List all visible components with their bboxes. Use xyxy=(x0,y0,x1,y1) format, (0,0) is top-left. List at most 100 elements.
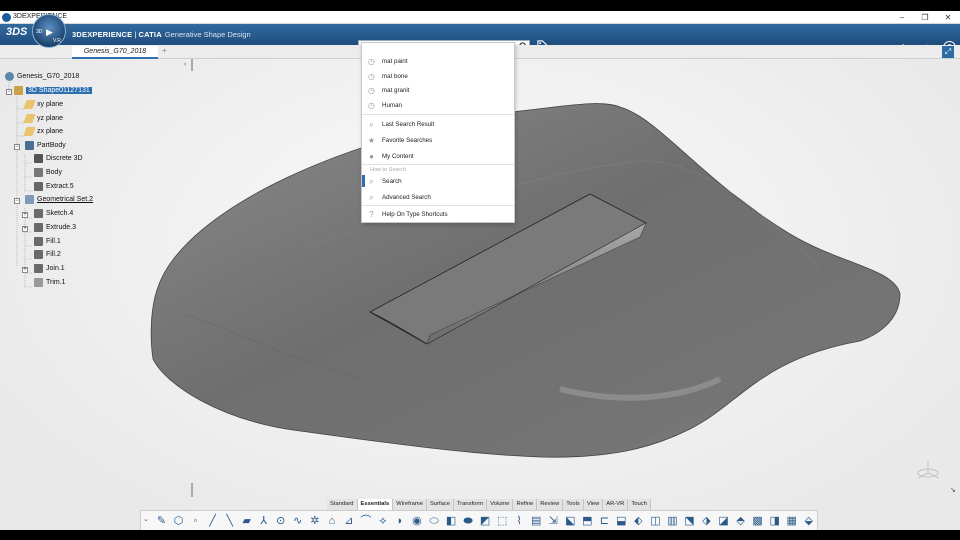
maximize-viewer-icon[interactable]: ⤢ xyxy=(942,46,954,58)
body-icon xyxy=(34,167,43,177)
compass-widget[interactable]: 3D ▶ V.R xyxy=(32,14,66,48)
tool-icon[interactable]: ▤ xyxy=(528,513,545,529)
tree-item-yz-plane[interactable]: yz plane xyxy=(23,113,64,124)
expand-toggle[interactable]: + xyxy=(22,226,28,232)
expand-toggle[interactable]: + xyxy=(22,212,28,218)
tool-icon[interactable]: ⊙ xyxy=(272,513,289,529)
expand-toggle[interactable]: + xyxy=(22,267,28,273)
new-tab-icon[interactable]: + xyxy=(162,46,167,55)
section-tab-touch[interactable]: Touch xyxy=(628,499,651,510)
tool-icon[interactable]: ◨ xyxy=(766,513,783,529)
tree-item-body[interactable]: Body xyxy=(34,167,62,178)
play-icon[interactable]: ▶ xyxy=(46,27,53,38)
tool-icon[interactable]: ⬗ xyxy=(698,513,715,529)
tool-icon[interactable]: ⬭ xyxy=(426,513,443,529)
restore-button[interactable]: ❐ xyxy=(913,11,937,24)
tree-item-fill-2[interactable]: Fill.2 xyxy=(34,249,61,260)
tree-label-yz: yz plane xyxy=(37,115,64,122)
axis-triad-icon[interactable] xyxy=(912,459,942,483)
tree-item-extrude[interactable]: Extrude.3 xyxy=(34,222,76,233)
tool-icon[interactable]: ⬚ xyxy=(494,513,511,529)
tool-icon[interactable]: ▥ xyxy=(664,513,681,529)
sketch-icon xyxy=(34,208,43,218)
collapse-toggle[interactable]: − xyxy=(6,89,12,95)
tool-icon[interactable]: ◧ xyxy=(443,513,460,529)
section-tab-standard[interactable]: Standard xyxy=(327,499,358,510)
partbody-icon xyxy=(25,140,34,150)
tree-item-partbody[interactable]: PartBody xyxy=(25,140,66,151)
dassault-logo[interactable]: 3DS xyxy=(6,26,27,38)
tree-item-discrete-3d[interactable]: Discrete 3D xyxy=(34,153,83,164)
section-tab-surface[interactable]: Surface xyxy=(426,499,454,510)
tool-icon[interactable]: ⌇ xyxy=(511,513,528,529)
tool-icon[interactable]: ⊿ xyxy=(340,513,357,529)
tree-label-xy: xy plane xyxy=(37,101,64,108)
tree-item-fill-1[interactable]: Fill.1 xyxy=(34,236,61,247)
tool-icon[interactable]: ⇲ xyxy=(545,513,562,529)
panel-splitter-handle[interactable] xyxy=(191,483,193,497)
close-button[interactable]: ✕ xyxy=(936,11,960,24)
tool-icon[interactable]: ⊏ xyxy=(596,513,613,529)
tree-label-join: Join.1 xyxy=(46,265,65,272)
tool-icon[interactable]: ⅄ xyxy=(255,513,272,529)
tool-icon[interactable]: ⬬ xyxy=(460,513,477,529)
tool-icon[interactable]: ⌂ xyxy=(323,513,340,529)
tree-item-root[interactable]: Genesis_G70_2018 xyxy=(5,71,79,82)
tool-icon[interactable]: ⌒ xyxy=(357,513,374,529)
tool-icon[interactable]: ⬖ xyxy=(630,513,647,529)
section-tab-essentials[interactable]: Essentials xyxy=(357,499,394,510)
tree-item-zx-plane[interactable]: zx plane xyxy=(23,126,64,137)
action-bar: ⌄ ✎ ⬡ ◦ ╱ ╲ ▰ ⅄ ⊙ ∿ ✲ ⌂ ⊿ ⌒ ⟡ ◗ ◉ ⬭ ◧ ⬬ ◩ ⬚ ⌇ ▤ ⇲ ⬕ ⬒ ⊏ ⬓ ⬖ ◫ ▥ ⬔ ⬗ ◪ ⬘ ▩ ◨ ▦… xyxy=(140,510,818,530)
tree-item-3d-shape[interactable]: 3D Shape01127131 xyxy=(14,85,92,96)
tool-icon[interactable]: ⟡ xyxy=(374,513,391,529)
section-tab-view[interactable]: View xyxy=(583,499,604,510)
tool-icon[interactable]: ✎ xyxy=(153,513,170,529)
tree-connector-lines xyxy=(8,82,33,288)
tool-icon[interactable]: ◉ xyxy=(408,513,425,529)
tool-icon[interactable]: ▰ xyxy=(238,513,255,529)
tab-genesis-g70-2018[interactable]: Genesis_G70_2018 xyxy=(72,46,158,59)
tree-item-sketch[interactable]: Sketch.4 xyxy=(34,208,73,219)
tree-item-geometrical-set[interactable]: Geometrical Set.2 xyxy=(25,194,93,205)
tool-icon[interactable]: ⬓ xyxy=(613,513,630,529)
section-tab-review[interactable]: Review xyxy=(537,499,564,510)
collapse-toggle[interactable]: − xyxy=(14,144,20,150)
tool-icon[interactable]: ⬡ xyxy=(170,513,187,529)
tool-icon[interactable]: ◗ xyxy=(391,513,408,529)
section-tab-refine[interactable]: Refine xyxy=(513,499,538,510)
3dexperience-app-icon xyxy=(2,13,11,22)
tool-icon[interactable]: ⬒ xyxy=(579,513,596,529)
section-tab-wireframe[interactable]: Wireframe xyxy=(393,499,427,510)
tool-icon[interactable]: ✲ xyxy=(306,513,323,529)
tool-icon[interactable]: ⬔ xyxy=(681,513,698,529)
tool-icon[interactable]: ▦ xyxy=(783,513,800,529)
tree-item-trim[interactable]: Trim.1 xyxy=(34,277,66,288)
tool-icon[interactable]: ∿ xyxy=(289,513,306,529)
section-tab-tools[interactable]: Tools xyxy=(563,499,584,510)
tree-item-join[interactable]: Join.1 xyxy=(34,263,65,274)
tool-icon[interactable]: ◫ xyxy=(647,513,664,529)
expand-corner-icon[interactable]: ↘ xyxy=(950,486,956,494)
tool-icon[interactable]: ◦ xyxy=(187,513,204,529)
section-tab-transform[interactable]: Transform xyxy=(453,499,488,510)
tool-icon[interactable]: ⬙ xyxy=(800,513,817,529)
action-bar-chevron-icon[interactable]: ⌄ xyxy=(143,515,149,523)
window-titlebar: 3DEXPERIENCE – ❐ ✕ xyxy=(0,11,960,24)
collapse-toggle[interactable]: − xyxy=(14,198,20,204)
tree-label-extrude: Extrude.3 xyxy=(46,224,76,231)
tree-item-extract[interactable]: Extract.5 xyxy=(34,181,74,192)
tool-icon[interactable]: ▩ xyxy=(749,513,766,529)
tree-item-xy-plane[interactable]: xy plane xyxy=(23,99,64,110)
tool-icon[interactable]: ⬘ xyxy=(732,513,749,529)
tool-icon[interactable]: ╱ xyxy=(204,513,221,529)
panel-splitter[interactable] xyxy=(191,59,193,71)
collapse-panel-icon[interactable]: ‹ xyxy=(184,61,186,68)
minimize-button[interactable]: – xyxy=(890,11,914,24)
tool-icon[interactable]: ◩ xyxy=(477,513,494,529)
tool-icon[interactable]: ⬕ xyxy=(562,513,579,529)
tool-icon[interactable]: ╲ xyxy=(221,513,238,529)
tool-icon[interactable]: ◪ xyxy=(715,513,732,529)
section-tab-ar-vr[interactable]: AR-VR xyxy=(603,499,629,510)
section-tab-volume[interactable]: Volume xyxy=(487,499,514,510)
tree-label-zx: zx plane xyxy=(37,128,64,135)
